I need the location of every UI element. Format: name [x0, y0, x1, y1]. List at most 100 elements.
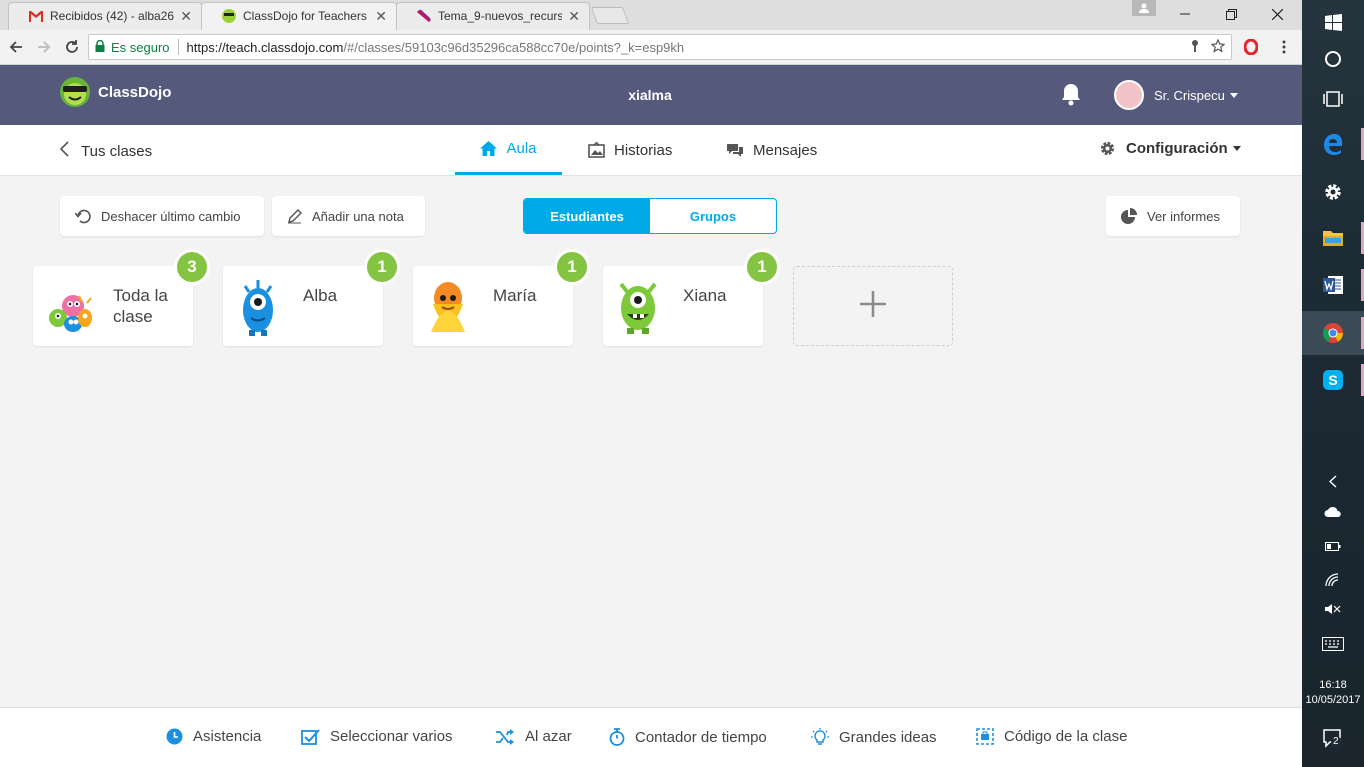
browser-tab-gmail[interactable]: Recibidos (42) - alba2698 ✕	[8, 2, 202, 30]
new-tab-button[interactable]	[590, 7, 630, 24]
chevron-left-icon	[59, 141, 69, 161]
gmail-icon	[28, 8, 44, 24]
key-icon[interactable]	[1189, 39, 1201, 56]
menu-kebab-icon[interactable]	[1274, 37, 1294, 57]
view-reports-button[interactable]: Ver informes	[1106, 196, 1240, 236]
browser-toolbar: Es seguro https://teach.classdojo.com /#…	[0, 30, 1302, 65]
edge-browser-icon[interactable]	[1302, 122, 1364, 166]
class-monsters-avatar	[43, 274, 93, 338]
action-center-icon[interactable]: 2	[1322, 728, 1344, 750]
bottom-label: Asistencia	[193, 728, 262, 745]
points-badge: 3	[174, 249, 210, 285]
student-card-whole-class[interactable]: Toda la clase 3	[33, 249, 210, 346]
user-name: Sr. Crispecu	[1154, 87, 1225, 103]
tab-mensajes[interactable]: Mensajes	[726, 125, 817, 175]
student-name: Alba	[303, 286, 338, 305]
class-code-icon	[976, 728, 994, 745]
minimize-button[interactable]	[1162, 0, 1208, 28]
undo-label: Deshacer último cambio	[101, 208, 241, 224]
skype-icon[interactable]: S	[1302, 358, 1364, 402]
tab-label: Recibidos (42) - alba2698	[50, 9, 175, 23]
picture-icon	[588, 142, 605, 158]
groups-toggle-button[interactable]: Grupos	[650, 199, 776, 233]
app-header: ClassDojo xialma Sr. Crispecu	[0, 65, 1302, 125]
clock-date: 10/05/2017	[1305, 694, 1361, 706]
back-to-classes-link[interactable]: Tus clases	[59, 141, 153, 161]
bookmark-star-icon[interactable]	[1210, 38, 1226, 56]
attendance-button[interactable]: Asistencia	[166, 728, 261, 745]
bottom-label: Código de la clase	[1004, 728, 1128, 745]
touch-keyboard-icon[interactable]	[1302, 622, 1364, 666]
browser-window: Recibidos (42) - alba2698 ✕ ClassDojo fo…	[0, 0, 1302, 767]
blue-monster-avatar	[233, 274, 283, 338]
gear-icon	[1099, 140, 1116, 157]
classdojo-logo-icon	[60, 77, 90, 107]
add-note-button[interactable]: Añadir una nota	[272, 196, 425, 236]
add-note-label: Añadir una nota	[312, 208, 404, 224]
browser-tab-document[interactable]: Tema_9-nuevos_recursos ✕	[396, 2, 590, 30]
tab-label: Historias	[614, 141, 673, 159]
notification-bell-icon[interactable]	[1060, 82, 1082, 111]
classdojo-logo[interactable]: ClassDojo	[60, 77, 171, 107]
points-badge: 1	[364, 249, 400, 285]
file-explorer-icon[interactable]	[1302, 216, 1364, 260]
cortana-icon[interactable]	[1302, 37, 1364, 81]
checkbox-icon	[301, 728, 320, 745]
tab-label: ClassDojo for Teachers	[243, 9, 367, 23]
opera-icon[interactable]	[1241, 37, 1261, 57]
forward-arrow-icon[interactable]	[34, 37, 54, 57]
big-ideas-button[interactable]: Grandes ideas	[811, 728, 937, 746]
bottom-label: Al azar	[525, 728, 572, 745]
student-card-xiana[interactable]: Xiana 1	[603, 249, 780, 346]
notification-count: 2	[1333, 736, 1339, 747]
browser-tab-classdojo[interactable]: ClassDojo for Teachers ✕	[201, 2, 397, 30]
tab-aula[interactable]: Aula	[455, 125, 562, 175]
profile-icon[interactable]	[1132, 0, 1156, 16]
shuffle-icon	[495, 728, 515, 745]
chat-icon	[726, 142, 744, 158]
user-menu[interactable]: Sr. Crispecu	[1114, 80, 1238, 110]
pie-chart-icon	[1121, 208, 1137, 224]
word-icon[interactable]	[1302, 263, 1364, 307]
svg-text:S: S	[1328, 372, 1337, 388]
bottom-label: Grandes ideas	[839, 728, 937, 746]
back-arrow-icon[interactable]	[6, 37, 26, 57]
settings-label: Configuración	[1126, 140, 1228, 157]
lock-icon	[95, 39, 105, 55]
settings-gear-icon[interactable]	[1302, 170, 1364, 214]
back-label: Tus clases	[81, 142, 153, 160]
chevron-down-icon	[1229, 92, 1238, 98]
home-icon	[480, 141, 498, 156]
url-host: https://teach.classdojo.com	[186, 39, 344, 55]
student-name: Xiana	[683, 286, 727, 305]
student-card-alba[interactable]: Alba 1	[223, 249, 400, 346]
reload-icon[interactable]	[62, 37, 82, 57]
undo-button[interactable]: Deshacer último cambio	[60, 196, 264, 236]
divider	[177, 39, 179, 55]
settings-menu[interactable]: Configuración	[1099, 140, 1241, 157]
add-student-button[interactable]	[793, 266, 953, 346]
system-clock[interactable]: 16:18 10/05/2017	[1302, 678, 1364, 708]
secure-indicator[interactable]: Es seguro	[89, 39, 170, 55]
address-bar[interactable]: Es seguro https://teach.classdojo.com /#…	[88, 34, 1232, 60]
close-tab-icon[interactable]: ✕	[180, 8, 192, 25]
document-icon	[416, 8, 432, 24]
tab-historias[interactable]: Historias	[588, 125, 672, 175]
task-view-icon[interactable]	[1302, 77, 1364, 121]
student-name: María	[493, 286, 537, 305]
random-button[interactable]: Al azar	[495, 728, 572, 745]
select-multiple-button[interactable]: Seleccionar varios	[301, 728, 453, 745]
timer-button[interactable]: Contador de tiempo	[609, 728, 767, 746]
restore-button[interactable]	[1208, 0, 1254, 28]
view-reports-label: Ver informes	[1147, 208, 1220, 224]
close-tab-icon[interactable]: ✕	[568, 8, 580, 25]
class-code-button[interactable]: Código de la clase	[976, 728, 1127, 745]
points-badge: 1	[554, 249, 590, 285]
students-toggle-button[interactable]: Estudiantes	[524, 199, 650, 233]
close-window-button[interactable]	[1254, 0, 1300, 28]
bottom-label: Seleccionar varios	[330, 728, 453, 745]
clock-icon	[166, 728, 183, 745]
close-tab-icon[interactable]: ✕	[375, 8, 387, 25]
student-card-maria[interactable]: María 1	[413, 249, 590, 346]
chrome-icon[interactable]	[1302, 311, 1364, 355]
